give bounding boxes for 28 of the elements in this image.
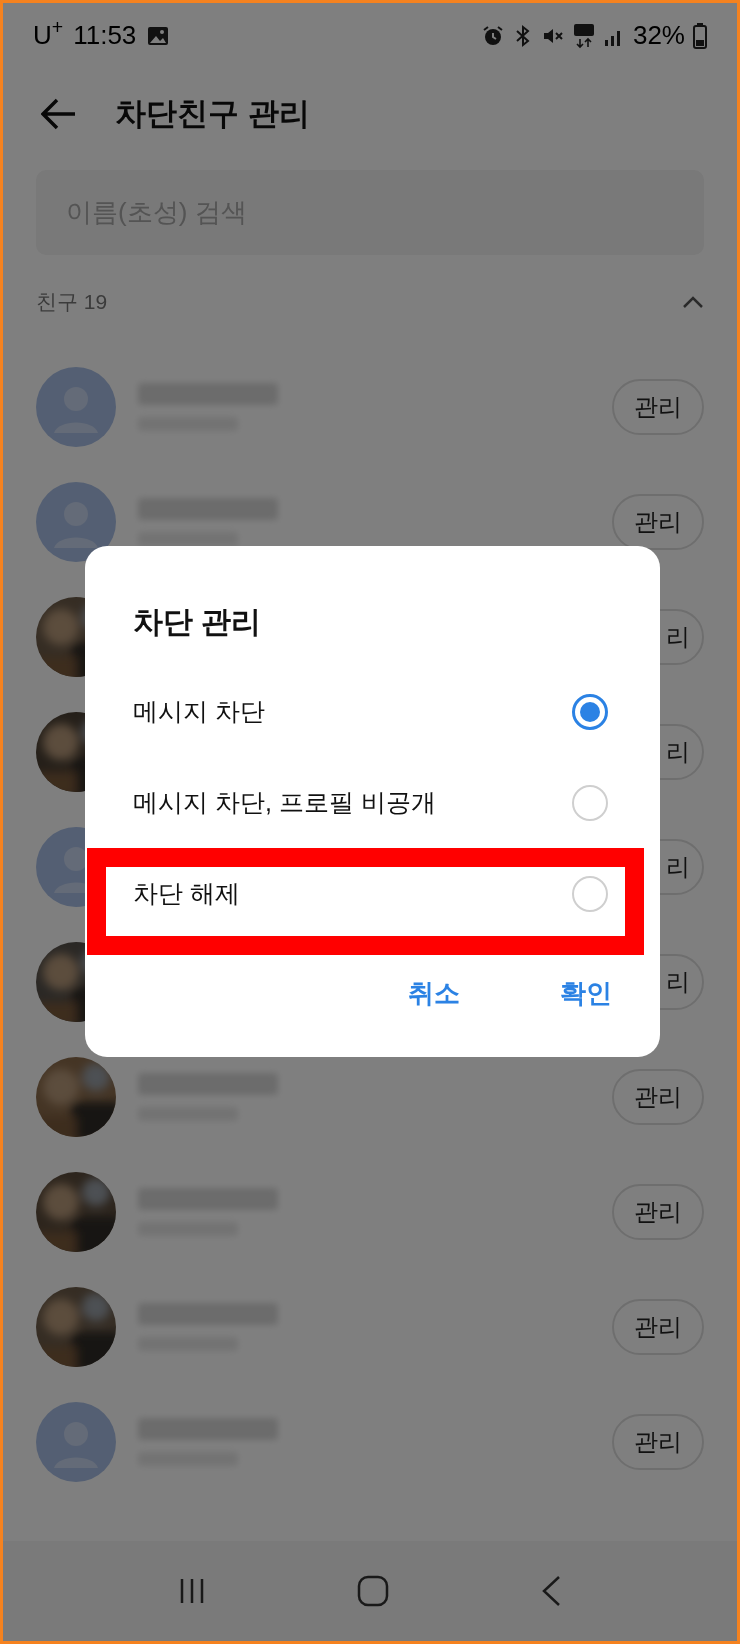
option-label: 메시지 차단, 프로필 비공개: [133, 786, 436, 818]
carrier-text: U$^{+}$: [33, 16, 64, 52]
home-icon[interactable]: [356, 1574, 390, 1608]
battery-icon: [693, 22, 707, 49]
dialog-button[interactable]: 확인: [556, 973, 616, 1013]
back-arrow-icon[interactable]: [41, 98, 77, 130]
manage-button[interactable]: 관리: [612, 1413, 704, 1470]
manage-button[interactable]: 관리: [612, 378, 704, 435]
battery-text: 32%: [632, 19, 685, 52]
avatar-icon: [36, 366, 116, 447]
page-title: 차단친구 관리: [115, 94, 310, 133]
manage-button[interactable]: 관리: [612, 1183, 704, 1240]
radio-button[interactable]: [572, 693, 608, 730]
network-icon: [572, 22, 595, 49]
clock-text: 11:53: [73, 19, 137, 52]
option-label: 차단 해제: [133, 877, 240, 909]
manage-button[interactable]: 관리: [612, 1068, 704, 1125]
radio-button[interactable]: [572, 784, 608, 821]
manage-button[interactable]: 관리: [612, 493, 704, 550]
option-label: 메시지 차단: [133, 695, 265, 727]
dialog-button[interactable]: 취소: [404, 973, 464, 1013]
chevron-up-icon[interactable]: [682, 295, 704, 309]
radio-button[interactable]: [572, 875, 608, 912]
avatar-icon: [36, 481, 116, 562]
avatar-icon: [36, 1401, 116, 1482]
manage-button[interactable]: 관리: [612, 1298, 704, 1355]
dialog-title: 차단 관리: [133, 604, 263, 640]
section-label: 친구 19: [36, 289, 108, 316]
